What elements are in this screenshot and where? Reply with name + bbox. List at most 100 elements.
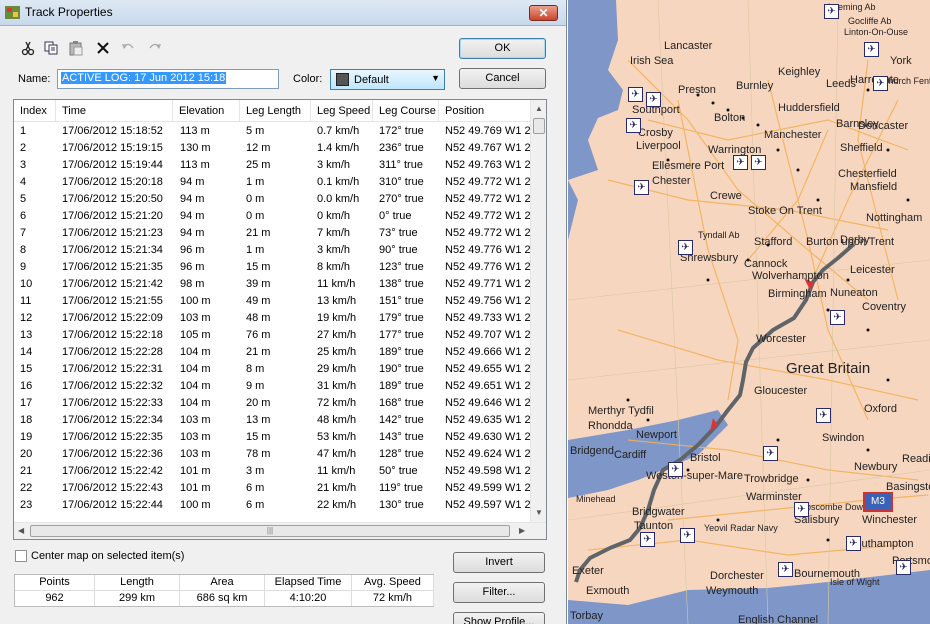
table-row[interactable]: 10 17/06/2012 15:21:42 98 m 39 m 11 km/h 138°… <box>14 276 534 293</box>
airport-icon[interactable]: ✈ <box>864 42 879 57</box>
cancel-button[interactable]: Cancel <box>459 68 546 89</box>
center-map-checkbox[interactable] <box>15 550 27 562</box>
airport-icon[interactable]: ✈ <box>668 462 683 477</box>
airport-icon[interactable]: ✈ <box>640 532 655 547</box>
place-label: Exmouth <box>586 585 630 597</box>
airport-icon[interactable]: ✈ <box>680 528 695 543</box>
scroll-right-icon[interactable]: ▶ <box>519 526 525 535</box>
table-cell: 12 m <box>246 142 271 154</box>
table-row[interactable]: 17 17/06/2012 15:22:33 104 m 20 m 72 km/h 168… <box>14 395 534 412</box>
table-cell: 100 m <box>180 295 211 307</box>
table-cell: N52 49.767 W1 2 <box>445 142 531 154</box>
table-row[interactable]: 18 17/06/2012 15:22:34 103 m 13 m 48 km/h 142… <box>14 412 534 429</box>
table-row[interactable]: 9 17/06/2012 15:21:35 96 m 15 m 8 km/h 123° t… <box>14 259 534 276</box>
table-row[interactable]: 11 17/06/2012 15:21:55 100 m 49 m 13 km/h 151… <box>14 293 534 310</box>
column-header[interactable]: Leg Length <box>240 100 311 122</box>
airport-icon[interactable]: ✈ <box>628 87 643 102</box>
airport-icon[interactable]: ✈ <box>646 92 661 107</box>
place-label: Chester <box>652 175 691 187</box>
scroll-left-icon[interactable]: ◀ <box>18 526 24 535</box>
column-header[interactable]: Leg Speed <box>311 100 373 122</box>
table-cell: 78 m <box>246 448 271 460</box>
airport-icon[interactable]: ✈ <box>873 76 888 91</box>
scroll-down-icon[interactable]: ▼ <box>535 508 543 517</box>
table-cell: 11 km/h <box>317 465 356 477</box>
table-cell: 119° true <box>379 482 423 494</box>
table-row[interactable]: 23 17/06/2012 15:22:44 100 m 6 m 22 km/h 130°… <box>14 497 534 514</box>
motorway-shield[interactable]: M3 <box>863 492 893 512</box>
column-header[interactable]: Index <box>14 100 56 122</box>
airport-icon[interactable]: ✈ <box>751 155 766 170</box>
column-header[interactable]: Leg Course <box>373 100 439 122</box>
table-row[interactable]: 19 17/06/2012 15:22:35 103 m 15 m 53 km/h 143… <box>14 429 534 446</box>
invert-button[interactable]: Invert <box>453 552 545 573</box>
name-field[interactable]: ACTIVE LOG: 17 Jun 2012 15:18 <box>57 69 279 89</box>
airport-icon[interactable]: ✈ <box>634 180 649 195</box>
table-row[interactable]: 20 17/06/2012 15:22:36 103 m 78 m 47 km/h 128… <box>14 446 534 463</box>
airport-icon[interactable]: ✈ <box>846 536 861 551</box>
table-row[interactable]: 1 17/06/2012 15:18:52 113 m 5 m 0.7 km/h 172°… <box>14 123 534 140</box>
table-row[interactable]: 15 17/06/2012 15:22:31 104 m 8 m 29 km/h 190°… <box>14 361 534 378</box>
airport-icon[interactable]: ✈ <box>733 155 748 170</box>
column-header[interactable]: Position <box>439 100 534 122</box>
table-cell: 2 <box>20 142 27 154</box>
scroll-up-icon[interactable]: ▲ <box>535 104 543 113</box>
color-dropdown[interactable]: Default ▼ <box>330 69 445 90</box>
airport-icon[interactable]: ✈ <box>830 310 845 325</box>
paste-icon[interactable] <box>68 40 86 56</box>
delete-x-icon[interactable] <box>95 40 113 56</box>
airport-icon[interactable]: ✈ <box>763 446 778 461</box>
column-header[interactable]: Elevation <box>173 100 240 122</box>
redo-icon[interactable] <box>147 40 165 56</box>
title-bar[interactable]: Track Properties ✕ <box>0 0 566 26</box>
airport-icon[interactable]: ✈ <box>816 408 831 423</box>
copy-icon[interactable] <box>43 40 61 56</box>
column-header[interactable]: Time <box>56 100 173 122</box>
table-cell: 8 km/h <box>317 261 351 273</box>
table-cell: 72 km/h <box>317 397 357 409</box>
scissors-icon[interactable] <box>20 40 38 56</box>
table-row[interactable]: 6 17/06/2012 15:21:20 94 m 0 m 0 km/h 0° true… <box>14 208 534 225</box>
airport-icon[interactable]: ✈ <box>824 4 839 19</box>
airport-icon[interactable]: ✈ <box>626 118 641 133</box>
show-profile-button[interactable]: Show Profile... <box>453 612 545 624</box>
table-row[interactable]: 12 17/06/2012 15:22:09 103 m 48 m 19 km/h 179… <box>14 310 534 327</box>
undo-icon[interactable] <box>120 40 138 56</box>
table-cell: 104 m <box>180 363 211 375</box>
table-cell: 15 m <box>246 261 271 273</box>
horizontal-scroll-thumb[interactable]: ||| <box>30 525 510 537</box>
table-row[interactable]: 13 17/06/2012 15:22:18 105 m 76 m 27 km/h 177… <box>14 327 534 344</box>
table-row[interactable]: 22 17/06/2012 15:22:43 101 m 6 m 21 km/h 119°… <box>14 480 534 497</box>
track-points-table[interactable]: Index Time Elevation Leg Length Leg Speed Leg… <box>13 99 547 540</box>
table-row[interactable]: 2 17/06/2012 15:19:15 130 m 12 m 1.4 km/h 236… <box>14 140 534 157</box>
airport-icon[interactable]: ✈ <box>678 240 693 255</box>
airport-icon[interactable]: ✈ <box>794 502 809 517</box>
color-value: Default <box>354 74 389 86</box>
table-row[interactable]: 5 17/06/2012 15:20:50 94 m 0 m 0.0 km/h 270° … <box>14 191 534 208</box>
table-row[interactable]: 4 17/06/2012 15:20:18 94 m 1 m 0.1 km/h 310° … <box>14 174 534 191</box>
airport-icon[interactable]: ✈ <box>778 562 793 577</box>
place-label: Burton upon Trent <box>806 236 895 248</box>
table-row[interactable]: 3 17/06/2012 15:19:44 113 m 25 m 3 km/h 311° … <box>14 157 534 174</box>
table-cell: N52 49.598 W1 2 <box>445 465 531 477</box>
map-view[interactable]: LancasterIrish SeaKeighleyHarrogateYorkP… <box>568 0 930 624</box>
table-cell: 310° true <box>379 176 424 188</box>
place-label: Church Fenton <box>882 76 930 86</box>
table-row[interactable]: 16 17/06/2012 15:22:32 104 m 9 m 31 km/h 189°… <box>14 378 534 395</box>
place-label: Oxford <box>864 403 898 415</box>
horizontal-scrollbar[interactable]: ◀ ||| ▶ <box>14 522 546 539</box>
place-label: Nottingham <box>866 212 923 224</box>
table-row[interactable]: 14 17/06/2012 15:22:28 104 m 21 m 25 km/h 189… <box>14 344 534 361</box>
vertical-scroll-thumb[interactable] <box>533 118 545 134</box>
place-label: Worcester <box>756 333 806 345</box>
close-button[interactable]: ✕ <box>529 5 558 21</box>
table-row[interactable]: 7 17/06/2012 15:21:23 94 m 21 m 7 km/h 73° tr… <box>14 225 534 242</box>
table-cell: 17/06/2012 15:21:34 <box>62 244 163 256</box>
vertical-scrollbar[interactable]: ▲ ▼ <box>530 100 546 524</box>
table-cell: 311° true <box>379 159 423 171</box>
airport-icon[interactable]: ✈ <box>896 560 911 575</box>
ok-button[interactable]: OK <box>459 38 546 59</box>
table-row[interactable]: 8 17/06/2012 15:21:34 96 m 1 m 3 km/h 90° tru… <box>14 242 534 259</box>
filter-button[interactable]: Filter... <box>453 582 545 603</box>
table-row[interactable]: 21 17/06/2012 15:22:42 101 m 3 m 11 km/h 50° … <box>14 463 534 480</box>
